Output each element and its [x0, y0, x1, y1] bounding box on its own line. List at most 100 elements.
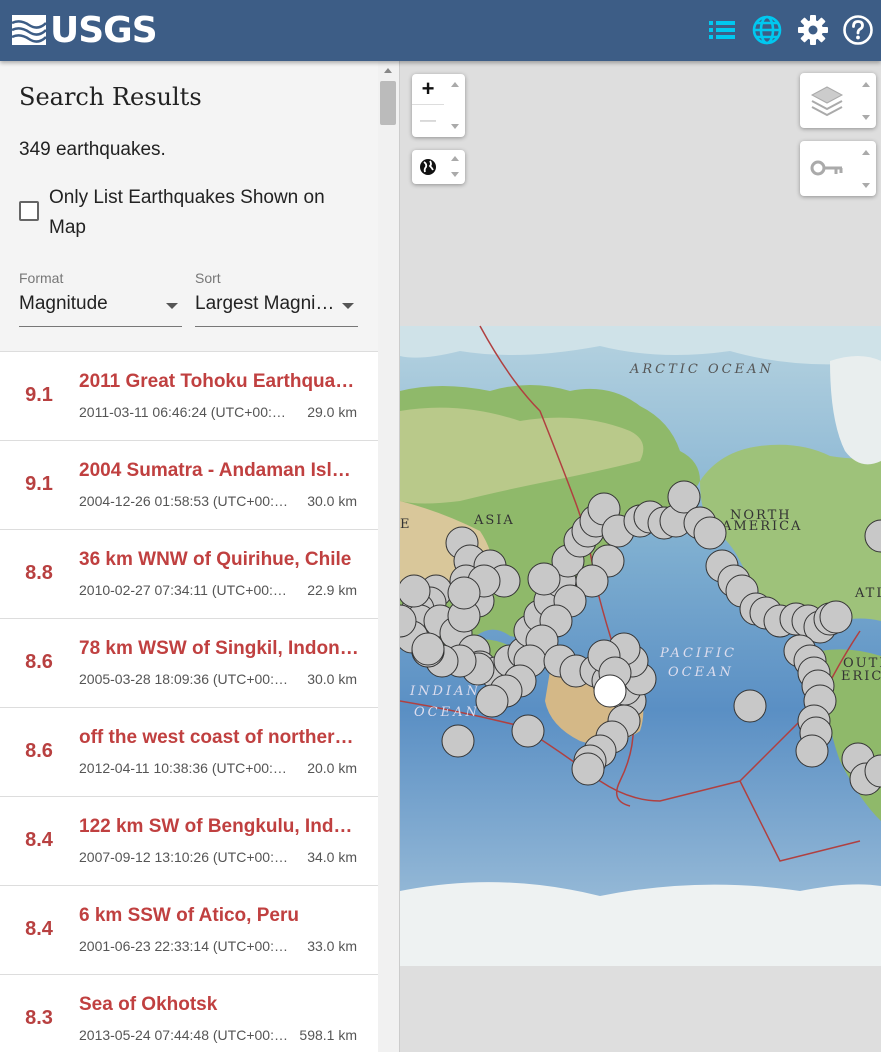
- earthquake-time: 2011-03-11 06:46:24 (UTC+00:00): [79, 404, 289, 420]
- earthquake-depth: 598.1 km: [299, 1027, 357, 1043]
- gear-icon[interactable]: [795, 12, 831, 48]
- map-label-south-america-2: ERICA: [841, 669, 881, 684]
- earthquake-place[interactable]: 122 km SW of Bengkulu, Indonesia: [79, 816, 359, 838]
- chevron-down-icon[interactable]: [451, 172, 459, 177]
- antarctica-landmass: [400, 882, 881, 966]
- magnitude: 8.6: [25, 651, 53, 673]
- earthquake-list-item[interactable]: 8.6 78 km WSW of Singkil, Indonesia 2005-0…: [0, 619, 378, 708]
- chevron-down-icon[interactable]: [451, 124, 459, 129]
- earthquake-marker[interactable]: [819, 600, 853, 634]
- globe-icon[interactable]: [419, 158, 437, 176]
- earthquake-list-item[interactable]: 8.3 Sea of Okhotsk 2013-05-24 07:44:48 (UT…: [0, 975, 378, 1052]
- map-label-arctic: ARCTIC OCEAN: [629, 362, 774, 377]
- magnitude: 9.1: [25, 384, 53, 406]
- chevron-up-icon[interactable]: [862, 150, 870, 155]
- world-map[interactable]: ARCTIC OCEAN ASIA NORTH AMERICA PACIFIC …: [400, 61, 881, 1052]
- earthquake-marker[interactable]: [475, 684, 509, 718]
- key-icon[interactable]: [810, 159, 844, 177]
- only-list-on-map-label[interactable]: Only List Earthquakes Shown on Map: [49, 183, 349, 243]
- earthquake-marker[interactable]: [527, 562, 561, 596]
- earthquake-marker[interactable]: [571, 752, 605, 786]
- format-label: Format: [19, 270, 64, 286]
- scrollbar-thumb[interactable]: [380, 81, 396, 125]
- earthquake-marker[interactable]: [511, 714, 545, 748]
- earthquake-marker[interactable]: [411, 632, 445, 666]
- globe-icon[interactable]: [749, 12, 785, 48]
- earthquake-list: 9.1 2011 Great Tohoku Earthquake, Japan 20…: [0, 352, 378, 1052]
- earthquake-marker[interactable]: [693, 516, 727, 550]
- map-label-indian-2: OCEAN: [414, 705, 480, 720]
- earthquake-list-item[interactable]: 8.6 off the west coast of northern Sumatr…: [0, 708, 378, 797]
- chevron-down-icon[interactable]: [862, 183, 870, 188]
- earthquake-place[interactable]: off the west coast of northern Sumatra: [79, 727, 359, 749]
- app-header: USGS: [0, 0, 881, 61]
- help-icon[interactable]: [840, 12, 876, 48]
- earthquake-depth: 29.0 km: [307, 404, 357, 420]
- sort-label: Sort: [195, 270, 221, 286]
- format-select[interactable]: Magnitude: [19, 293, 182, 327]
- earthquake-list-item[interactable]: 8.4 122 km SW of Bengkulu, Indonesia 2007-…: [0, 797, 378, 886]
- earthquake-marker[interactable]: [441, 724, 475, 758]
- chevron-up-icon[interactable]: [451, 82, 459, 87]
- earthquake-time: 2007-09-12 13:10:26 (UTC+00:00): [79, 849, 289, 865]
- earthquake-list-item[interactable]: 8.8 36 km WNW of Quirihue, Chile 2010-02-2…: [0, 530, 378, 619]
- earthquake-place[interactable]: 6 km SSW of Atico, Peru: [79, 905, 359, 927]
- earthquake-time: 2012-04-11 10:38:36 (UTC+00:00): [79, 760, 289, 776]
- magnitude: 8.8: [25, 562, 53, 584]
- earthquake-depth: 34.0 km: [307, 849, 357, 865]
- earthquake-list-item[interactable]: 8.4 6 km SSW of Atico, Peru 2001-06-23 22:…: [0, 886, 378, 975]
- earthquake-time: 2001-06-23 22:33:14 (UTC+00:00): [79, 938, 289, 954]
- zoom-control: + —: [412, 74, 465, 137]
- earthquake-time: 2013-05-24 07:44:48 (UTC+00:00): [79, 1027, 289, 1043]
- list-icon[interactable]: [704, 12, 740, 48]
- zoom-in-button[interactable]: +: [412, 74, 444, 105]
- earthquake-place[interactable]: 36 km WNW of Quirihue, Chile: [79, 549, 359, 571]
- magnitude: 8.3: [25, 1007, 53, 1029]
- selected-earthquake-marker[interactable]: [593, 674, 627, 708]
- chevron-down-icon: [166, 303, 178, 309]
- usgs-wave-icon: [12, 15, 46, 45]
- map-label-atlantic: ATLAN: [854, 586, 881, 601]
- magnitude: 9.1: [25, 473, 53, 495]
- magnitude: 8.4: [25, 918, 53, 940]
- sidebar-scrollbar[interactable]: [378, 61, 399, 1052]
- earthquake-depth: 22.9 km: [307, 582, 357, 598]
- magnitude: 8.6: [25, 740, 53, 762]
- earthquake-time: 2005-03-28 18:09:36 (UTC+00:00): [79, 671, 289, 687]
- map-label-indian-1: INDIAN: [409, 684, 481, 699]
- map-view[interactable]: ARCTIC OCEAN ASIA NORTH AMERICA PACIFIC …: [400, 61, 881, 1052]
- earthquake-list-item[interactable]: 9.1 2011 Great Tohoku Earthquake, Japan 20…: [0, 352, 378, 441]
- legend-control: [800, 141, 876, 196]
- region-control: [412, 150, 465, 184]
- page-title: Search Results: [19, 83, 202, 111]
- earthquake-place[interactable]: 78 km WSW of Singkil, Indonesia: [79, 638, 359, 660]
- logo-text: USGS: [50, 9, 158, 51]
- map-label-pacific-2: OCEAN: [668, 665, 734, 680]
- earthquake-marker[interactable]: [733, 689, 767, 723]
- earthquake-time: 2004-12-26 01:58:53 (UTC+00:00): [79, 493, 289, 509]
- map-label-asia: ASIA: [473, 513, 515, 528]
- earthquake-marker[interactable]: [400, 574, 431, 608]
- earthquake-place[interactable]: 2004 Sumatra - Andaman Islands Earthquak…: [79, 460, 359, 482]
- earthquake-marker[interactable]: [795, 734, 829, 768]
- map-label-pacific-1: PACIFIC: [659, 646, 737, 661]
- earthquake-depth: 20.0 km: [307, 760, 357, 776]
- map-label-west-edge: E: [400, 517, 410, 532]
- layers-icon[interactable]: [810, 85, 844, 117]
- usgs-logo[interactable]: USGS: [12, 9, 158, 51]
- earthquake-depth: 30.0 km: [307, 493, 357, 509]
- earthquake-marker[interactable]: [447, 576, 481, 610]
- results-count: 349 earthquakes.: [19, 139, 166, 160]
- map-label-north-america-2: AMERICA: [721, 519, 802, 534]
- only-list-on-map-checkbox[interactable]: [19, 201, 39, 221]
- zoom-out-button[interactable]: —: [412, 106, 444, 137]
- earthquake-place[interactable]: 2011 Great Tohoku Earthquake, Japan: [79, 371, 359, 393]
- chevron-up-icon[interactable]: [862, 82, 870, 87]
- sort-select[interactable]: Largest Magnitude: [195, 293, 358, 327]
- chevron-down-icon[interactable]: [862, 115, 870, 120]
- earthquake-place[interactable]: Sea of Okhotsk: [79, 994, 359, 1016]
- format-select-value: Magnitude: [19, 293, 108, 314]
- chevron-up-icon[interactable]: [451, 156, 459, 161]
- earthquake-list-item[interactable]: 9.1 2004 Sumatra - Andaman Islands Earthq…: [0, 441, 378, 530]
- scroll-up-arrow-icon[interactable]: [384, 68, 392, 73]
